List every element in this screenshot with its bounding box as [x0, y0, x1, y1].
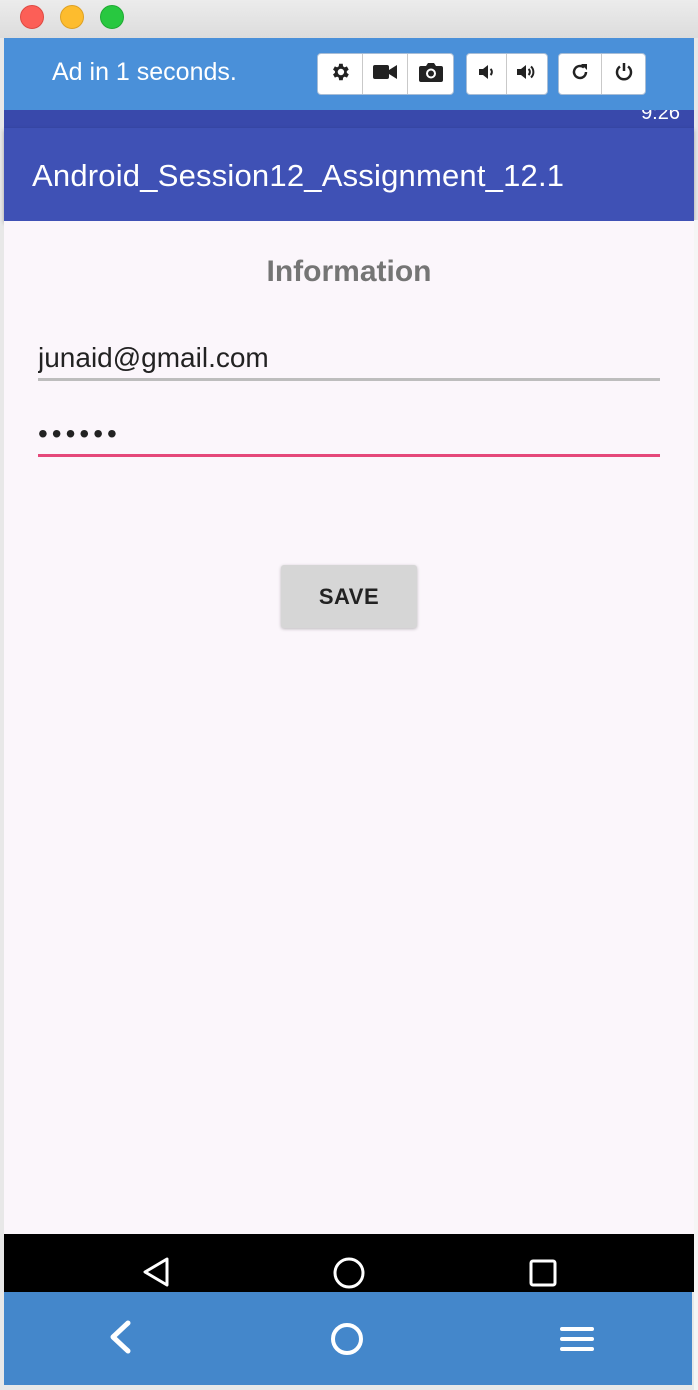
- device-button-group: [558, 53, 646, 95]
- save-button[interactable]: SAVE: [281, 565, 417, 628]
- background-window-edge: [694, 220, 698, 1390]
- android-nav-bar: [4, 1234, 694, 1292]
- ad-countdown-text: Ad in 1 seconds.: [52, 58, 237, 86]
- window-titlebar: [0, 0, 698, 38]
- recents-square-icon[interactable]: [529, 1259, 557, 1292]
- minimize-window-button[interactable]: [60, 5, 84, 29]
- close-window-button[interactable]: [20, 5, 44, 29]
- email-field[interactable]: [38, 337, 660, 381]
- emulator-bottom-bar: [4, 1292, 692, 1385]
- app-title: Android_Session12_Assignment_12.1: [32, 158, 565, 193]
- settings-icon: [329, 61, 351, 88]
- media-button-group: [317, 53, 454, 95]
- rotate-button[interactable]: [559, 54, 602, 94]
- information-heading: Information: [266, 255, 432, 288]
- screenshot-button[interactable]: [408, 54, 453, 94]
- camera-icon: [418, 61, 444, 88]
- back-chevron-icon[interactable]: [107, 1320, 133, 1359]
- home-circle-icon[interactable]: [332, 1256, 366, 1295]
- volume-up-icon: [515, 62, 539, 87]
- home-circle-icon[interactable]: [329, 1321, 365, 1362]
- status-time: 9:26: [641, 110, 680, 124]
- rotate-icon: [569, 61, 591, 88]
- record-video-button[interactable]: [363, 54, 408, 94]
- video-camera-icon: [372, 62, 398, 87]
- volume-button-group: [466, 53, 548, 95]
- volume-up-button[interactable]: [507, 54, 547, 94]
- app-action-bar: Android_Session12_Assignment_12.1: [4, 128, 694, 221]
- maximize-window-button[interactable]: [100, 5, 124, 29]
- power-icon: [613, 61, 635, 88]
- menu-icon[interactable]: [560, 1325, 594, 1358]
- volume-down-icon: [477, 62, 497, 87]
- password-field[interactable]: [38, 413, 660, 457]
- emulator-window: Ad in 1 seconds. 9:26 Android_Session12_…: [0, 0, 698, 1390]
- back-triangle-icon[interactable]: [141, 1256, 171, 1293]
- emulator-toolbar: Ad in 1 seconds.: [4, 38, 694, 110]
- power-button[interactable]: [602, 54, 645, 94]
- settings-button[interactable]: [318, 54, 363, 94]
- form-content: Information SAVE: [4, 221, 694, 1234]
- volume-down-button[interactable]: [467, 54, 507, 94]
- android-status-bar: 9:26: [4, 110, 694, 128]
